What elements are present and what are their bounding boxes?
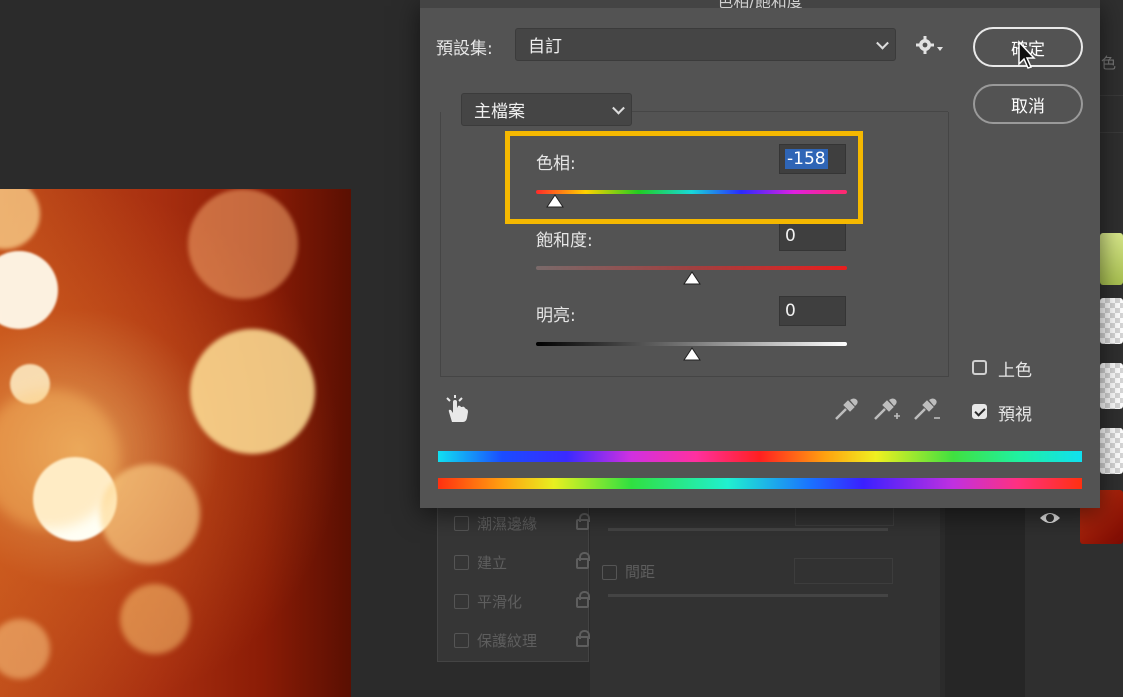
layer-thumbnail[interactable] [1100, 298, 1123, 344]
bokeh-light [190, 329, 315, 454]
option-label: 保護紋理 [477, 632, 538, 650]
colorize-checkbox[interactable] [972, 360, 987, 375]
layer-thumbnail[interactable] [1100, 233, 1123, 285]
bokeh-light [0, 619, 50, 679]
adjusted-spectrum-bar [438, 451, 1082, 462]
targeted-adjustment-hand-icon[interactable] [444, 394, 470, 424]
channel-value: 主檔案 [474, 102, 525, 122]
saturation-label: 飽和度: [536, 231, 593, 251]
saturation-value: 0 [785, 226, 796, 246]
lightness-input[interactable]: 0 [779, 296, 846, 326]
lightness-slider-thumb[interactable] [682, 347, 701, 361]
checkbox[interactable] [454, 633, 469, 648]
layer-thumbnail[interactable] [1100, 363, 1123, 409]
spacing-field[interactable] [794, 558, 893, 584]
chevron-down-icon [612, 101, 625, 115]
lock-icon [576, 513, 590, 530]
gear-icon[interactable] [915, 34, 945, 56]
channel-dropdown[interactable]: 主檔案 [461, 93, 632, 126]
checkbox[interactable] [454, 555, 469, 570]
build-up-option[interactable]: 建立 [454, 552, 590, 573]
panel-divider [945, 490, 1025, 697]
lightness-label: 明亮: [536, 306, 576, 326]
option-label: 建立 [477, 554, 508, 572]
saturation-slider-track[interactable] [536, 266, 847, 270]
slider-track[interactable] [608, 528, 888, 531]
preview-label: 預視 [998, 405, 1032, 425]
eyedropper-add-icon[interactable] [872, 396, 902, 424]
colorize-label: 上色 [998, 361, 1032, 381]
document-canvas[interactable] [0, 189, 351, 697]
option-label: 潮濕邊緣 [477, 515, 538, 533]
eyedropper-subtract-icon[interactable] [912, 396, 942, 424]
eyedropper-icon[interactable] [833, 396, 859, 422]
panel-tab-label: 色 [1101, 54, 1117, 72]
saturation-slider-thumb[interactable] [682, 271, 701, 285]
smoothing-option[interactable]: 平滑化 [454, 591, 590, 612]
saturation-input[interactable]: 0 [779, 221, 846, 251]
layer-thumbnail[interactable] [1100, 428, 1123, 474]
option-label: 平滑化 [477, 593, 523, 611]
bokeh-light [0, 251, 58, 329]
group-border [632, 111, 948, 112]
hue-highlight-box [505, 131, 863, 224]
brush-settings-panel: 間距 [590, 490, 940, 697]
lock-icon [576, 630, 590, 647]
cancel-button-label: 取消 [1011, 96, 1045, 117]
chevron-down-icon [876, 36, 889, 50]
checkbox[interactable] [454, 516, 469, 531]
lock-icon [576, 552, 590, 569]
preset-dropdown[interactable]: 自訂 [515, 28, 896, 61]
lightness-value: 0 [785, 301, 796, 321]
bokeh-light [0, 189, 40, 249]
refine-options-panel: 潮濕邊緣 建立 平滑化 保護紋理 [437, 490, 590, 662]
spacing-label: 間距 [625, 563, 656, 581]
mouse-cursor-icon [1017, 40, 1037, 70]
dialog-title: 色相/飽和度 [420, 0, 1100, 8]
preview-checkbox[interactable] [972, 404, 987, 419]
spacing-slider-track[interactable] [608, 594, 888, 597]
bokeh-light [188, 189, 298, 299]
source-spectrum-bar [438, 478, 1082, 489]
preset-label: 預設集: [436, 39, 493, 59]
preset-value: 自訂 [528, 37, 562, 57]
dialog-title-bar[interactable]: 色相/飽和度 [420, 0, 1100, 8]
bokeh-light [120, 584, 190, 654]
lightness-slider-track[interactable] [536, 342, 847, 346]
wet-edges-option[interactable]: 潮濕邊緣 [454, 513, 590, 534]
protect-texture-option[interactable]: 保護紋理 [454, 630, 590, 651]
checkbox[interactable] [454, 594, 469, 609]
cancel-button[interactable]: 取消 [973, 84, 1083, 124]
lock-icon [576, 591, 590, 608]
spacing-checkbox[interactable] [602, 565, 617, 580]
